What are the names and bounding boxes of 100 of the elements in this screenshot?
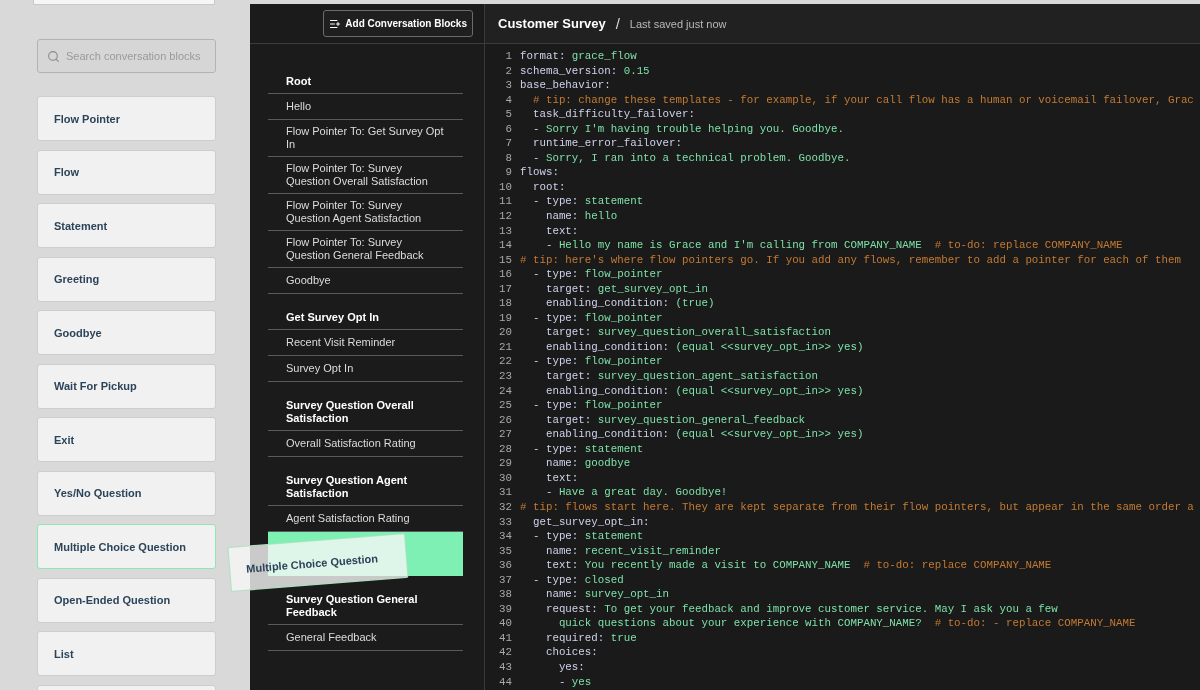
search-field[interactable]: Search conversation blocks xyxy=(37,39,216,73)
line-number: 34 xyxy=(498,529,512,544)
line-number: 3 xyxy=(504,78,512,93)
breadcrumb-separator: / xyxy=(615,15,620,32)
code-line: text: You recently made a visit to COMPANY_NAME # to-do: replace COMPANY_NAME xyxy=(544,558,1052,573)
code-line: - Hello my name is Grace and I'm calling from COMPANY_NAME # to-do: replace COMPANY_NAME xyxy=(544,238,1123,253)
line-number: 44 xyxy=(498,674,512,690)
code-line: - type: statement xyxy=(531,441,644,457)
code-line: text: xyxy=(544,223,579,239)
outline-item[interactable]: Recent Visit Reminder xyxy=(268,330,463,356)
code-line: required: true xyxy=(544,630,637,646)
line-number: 39 xyxy=(498,601,512,617)
block-card[interactable]: Yes/No Question xyxy=(37,470,216,516)
line-number: 20 xyxy=(498,325,512,340)
line-number: 15 xyxy=(498,252,512,268)
code-line: schema_version: 0.15 xyxy=(520,63,650,79)
code-line: request: To get your feedback and improve customer service. May I ask you a few xyxy=(544,601,1058,617)
code-line: # tip: flows start here. They are kept separate from their flow pointers, but appear in the same order a xyxy=(520,499,1194,515)
code-line: name: goodbye xyxy=(544,456,631,471)
code-line: - type: statement xyxy=(531,194,644,209)
outline-item[interactable]: Flow Pointer To: Survey Question General Feedback xyxy=(268,231,463,268)
line-number: 24 xyxy=(498,383,512,399)
block-card[interactable]: Statement xyxy=(37,203,216,248)
code-line: - type: statement xyxy=(531,529,644,544)
code-line: format: grace_flow xyxy=(520,49,637,64)
code-line: base_behavior: xyxy=(520,78,611,93)
line-number: 23 xyxy=(498,369,512,384)
line-number: 2 xyxy=(504,63,512,79)
line-number: 42 xyxy=(498,645,512,660)
line-number: 43 xyxy=(498,659,512,675)
code-line: root: xyxy=(531,179,566,195)
flow-heading: Survey Question Overall Satisfaction xyxy=(268,399,463,431)
list-plus-icon xyxy=(329,17,342,30)
line-number: 25 xyxy=(498,398,512,413)
code-line: enabling_condition: (equal <<survey_opt_in>> yes) xyxy=(544,383,864,399)
code-line: # tip: change these templates - for example, if your call flow has a human or voicemail failover, Grac xyxy=(531,92,1194,108)
line-number: 21 xyxy=(498,339,512,355)
block-card[interactable]: Flow xyxy=(37,149,216,195)
document-title: Customer Survey xyxy=(498,16,606,31)
code-line: runtime_error_failover: xyxy=(531,136,682,151)
line-number: 28 xyxy=(498,441,512,457)
line-number: 19 xyxy=(498,310,512,326)
code-line: enabling_condition: (equal <<survey_opt_in>> yes) xyxy=(544,427,864,442)
line-number: 37 xyxy=(498,572,512,588)
outline-item[interactable]: General Feedback xyxy=(268,625,463,651)
block-card[interactable]: Greeting xyxy=(37,256,216,302)
code-line: get_survey_opt_in: xyxy=(531,514,650,530)
block-card[interactable]: Multiple Choice Question xyxy=(37,524,216,569)
code-line: - Have a great day. Goodbye! xyxy=(544,485,728,500)
outline-item[interactable]: Flow Pointer To: Survey Question Overall Satisfaction xyxy=(268,157,463,194)
block-card[interactable]: Exit xyxy=(37,417,216,462)
code-line: choices: xyxy=(544,645,598,660)
code-line: # tip: here's where flow pointers go. If you add any flows, remember to add a pointer for each of them xyxy=(520,252,1181,268)
line-number: 41 xyxy=(498,630,512,646)
code-line: enabling_condition: (equal <<survey_opt_in>> yes) xyxy=(544,339,864,355)
line-number: 32 xyxy=(498,499,512,515)
flow-heading: Survey Question Agent Satisfaction xyxy=(268,474,463,506)
outline-item[interactable]: Flow Pointer To: Survey Question Agent Satisfaction xyxy=(268,194,463,231)
add-blocks-button[interactable]: Add Conversation Blocks xyxy=(323,10,473,37)
block-card[interactable]: Open-Ended Question xyxy=(37,577,216,623)
outline-item[interactable]: Hello xyxy=(268,94,463,120)
outline-item[interactable]: Overall Satisfaction Rating xyxy=(268,431,463,457)
block-card[interactable]: List xyxy=(37,631,216,676)
flow-heading: Root xyxy=(268,75,463,94)
block-card[interactable]: Flow Pointer xyxy=(37,96,216,141)
code-line: name: recent_visit_reminder xyxy=(544,543,721,559)
outline-item[interactable]: Goodbye xyxy=(268,268,463,294)
code-line: flows: xyxy=(520,165,559,180)
outline-item[interactable]: Survey Opt In xyxy=(268,356,463,382)
code-line: target: get_survey_opt_in xyxy=(544,281,708,297)
line-number: 36 xyxy=(498,558,512,573)
save-status: Last saved just now xyxy=(629,17,727,30)
line-number: 10 xyxy=(498,179,512,195)
line-number: 31 xyxy=(498,485,512,500)
line-number: 7 xyxy=(504,136,512,151)
line-number: 30 xyxy=(498,470,512,486)
line-number: 26 xyxy=(498,412,512,428)
code-line: - Sorry, I ran into a technical problem. Goodbye. xyxy=(531,150,851,166)
line-number: 6 xyxy=(504,121,512,137)
code-line: target: survey_question_agent_satisfaction xyxy=(544,369,819,384)
code-line: name: survey_opt_in xyxy=(544,587,670,602)
line-number: 22 xyxy=(498,354,512,370)
line-number: 14 xyxy=(498,238,512,253)
line-number: 11 xyxy=(498,194,512,209)
line-number: 18 xyxy=(498,296,512,311)
code-line: enabling_condition: (true) xyxy=(544,296,715,311)
line-number: 35 xyxy=(498,543,512,559)
flow-heading: Survey Question General Feedback xyxy=(268,593,463,625)
line-number: 5 xyxy=(504,107,512,122)
code-line: - type: flow_pointer xyxy=(531,354,663,370)
line-number: 33 xyxy=(498,514,512,530)
code-line: - Sorry I'm having trouble helping you. Goodbye. xyxy=(531,121,844,137)
code-line: yes: xyxy=(557,659,585,675)
block-card[interactable]: Goodbye xyxy=(37,310,216,355)
block-card[interactable]: Wait For Pickup xyxy=(37,363,216,409)
line-number: 1 xyxy=(504,49,512,64)
line-number: 29 xyxy=(498,456,512,471)
outline-item[interactable]: Flow Pointer To: Get Survey Opt In xyxy=(268,120,463,157)
search-icon xyxy=(47,49,60,63)
line-number: 13 xyxy=(498,223,512,239)
